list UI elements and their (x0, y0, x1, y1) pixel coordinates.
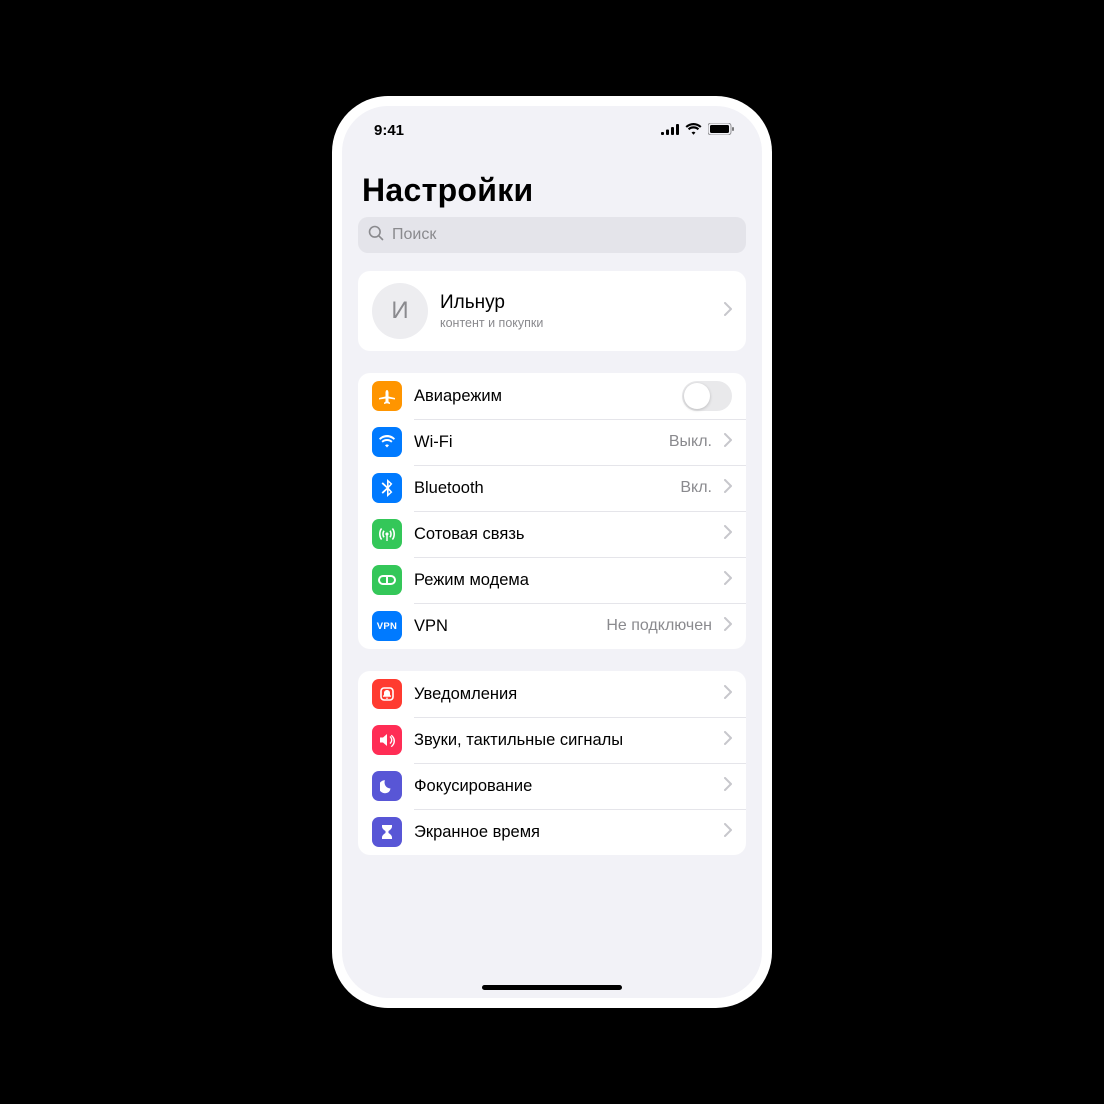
speaker-icon (372, 725, 402, 755)
cellular-row[interactable]: Сотовая связь (358, 511, 746, 557)
chevron-right-icon (724, 479, 732, 498)
sounds-row[interactable]: Звуки, тактильные сигналы (358, 717, 746, 763)
wifi-value: Выкл. (669, 433, 712, 451)
bell-icon (372, 679, 402, 709)
focus-label: Фокусирование (414, 777, 712, 796)
hotspot-row[interactable]: Режим модема (358, 557, 746, 603)
battery-icon (708, 122, 734, 139)
content: Настройки Поиск И Ильнур контент и покуп… (342, 154, 762, 998)
airplane-toggle[interactable] (682, 381, 732, 411)
connectivity-group: Авиарежим Wi-Fi Выкл. Bluetooth (358, 373, 746, 649)
chevron-right-icon (724, 525, 732, 544)
hotspot-icon (372, 565, 402, 595)
profile-subtitle: контент и покупки (440, 316, 712, 330)
home-indicator[interactable] (482, 985, 622, 990)
wifi-status-icon (685, 122, 702, 139)
profile-text: Ильнур контент и покупки (440, 292, 712, 330)
bluetooth-icon (372, 473, 402, 503)
page-title: Настройки (362, 172, 742, 209)
vpn-value: Не подключен (606, 617, 712, 635)
status-bar: 9:41 (342, 106, 762, 154)
phone-frame: 9:41 Настройки Поиск (332, 96, 772, 1008)
search-input[interactable]: Поиск (358, 217, 746, 253)
profile-name: Ильнур (440, 292, 712, 314)
chevron-right-icon (724, 685, 732, 704)
airplane-label: Авиарежим (414, 387, 670, 406)
airplane-icon (372, 381, 402, 411)
cellular-signal-icon (661, 122, 679, 139)
hotspot-label: Режим модема (414, 571, 712, 590)
search-placeholder: Поиск (392, 226, 436, 244)
vpn-row[interactable]: VPN VPN Не подключен (358, 603, 746, 649)
notifications-label: Уведомления (414, 685, 712, 704)
chevron-right-icon (724, 731, 732, 750)
chevron-right-icon (724, 571, 732, 590)
status-icons (661, 122, 734, 139)
profile-row[interactable]: И Ильнур контент и покупки (358, 271, 746, 351)
moon-icon (372, 771, 402, 801)
chevron-right-icon (724, 302, 732, 321)
wifi-icon (372, 427, 402, 457)
cellular-icon (372, 519, 402, 549)
status-time: 9:41 (374, 122, 404, 139)
search-icon (368, 225, 384, 246)
vpn-label: VPN (414, 617, 594, 636)
hourglass-icon (372, 817, 402, 847)
screen: 9:41 Настройки Поиск (342, 106, 762, 998)
chevron-right-icon (724, 823, 732, 842)
bluetooth-value: Вкл. (680, 479, 712, 497)
notifications-row[interactable]: Уведомления (358, 671, 746, 717)
screentime-label: Экранное время (414, 823, 712, 842)
notifications-group: Уведомления Звуки, тактильные сигналы Фо… (358, 671, 746, 855)
chevron-right-icon (724, 617, 732, 636)
focus-row[interactable]: Фокусирование (358, 763, 746, 809)
chevron-right-icon (724, 433, 732, 452)
sounds-label: Звуки, тактильные сигналы (414, 731, 712, 750)
wifi-row[interactable]: Wi-Fi Выкл. (358, 419, 746, 465)
chevron-right-icon (724, 777, 732, 796)
vpn-icon: VPN (372, 611, 402, 641)
wifi-label: Wi-Fi (414, 433, 657, 452)
profile-group: И Ильнур контент и покупки (358, 271, 746, 351)
avatar: И (372, 283, 428, 339)
screentime-row[interactable]: Экранное время (358, 809, 746, 855)
bluetooth-row[interactable]: Bluetooth Вкл. (358, 465, 746, 511)
cellular-label: Сотовая связь (414, 525, 712, 544)
bluetooth-label: Bluetooth (414, 479, 668, 498)
airplane-mode-row[interactable]: Авиарежим (358, 373, 746, 419)
